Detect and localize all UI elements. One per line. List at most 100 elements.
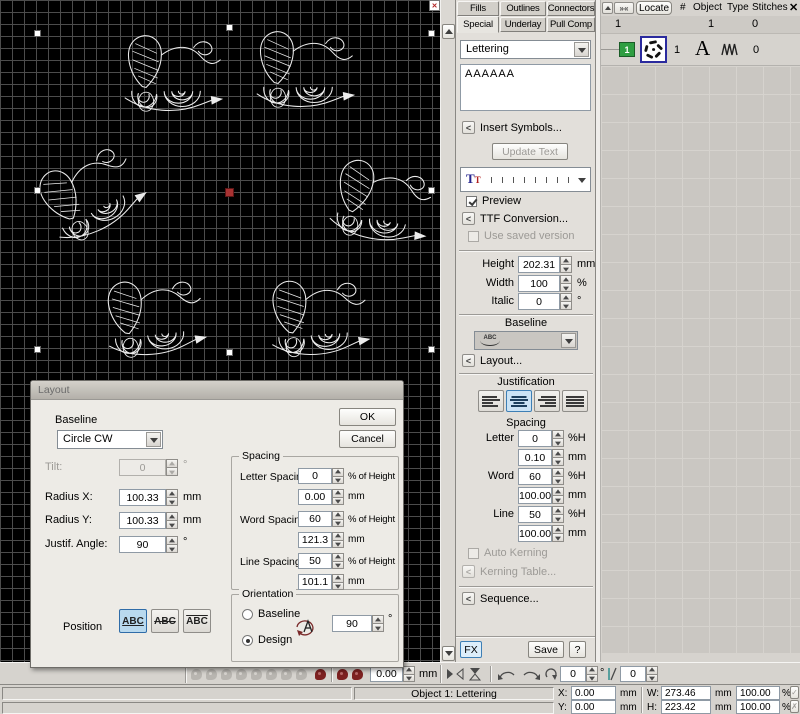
skew-spinner[interactable] (646, 666, 658, 682)
width-spinner[interactable] (560, 275, 572, 292)
spin-down[interactable] (332, 540, 344, 549)
spin-down[interactable] (552, 495, 564, 504)
letter-mm-spinner[interactable] (552, 449, 564, 466)
dialog-baseline-combo[interactable]: Circle CW (57, 430, 163, 449)
rotate-cw-button[interactable] (521, 667, 541, 684)
spin-down[interactable] (332, 497, 344, 506)
column-header-number[interactable]: # (680, 2, 686, 13)
locate-button[interactable]: Locate (636, 1, 672, 15)
offset-spinner[interactable] (403, 666, 415, 682)
stitch-tool-icon-2[interactable] (206, 669, 217, 680)
word-spacing-mm-field[interactable]: 121.3 (298, 532, 332, 548)
embroidery-design-3[interactable] (13, 130, 161, 268)
italic-field[interactable]: 0 (518, 293, 560, 310)
rotate-reset-button[interactable] (544, 667, 558, 684)
rotate-angle-field[interactable]: 0 (560, 666, 586, 682)
dialog-title-bar[interactable]: Layout (31, 381, 403, 400)
spin-down[interactable] (332, 561, 344, 570)
selection-handle-tm[interactable] (226, 24, 233, 31)
stitch-tool-icon-6[interactable] (266, 669, 277, 680)
tab-pull-comp[interactable]: Pull Comp (547, 17, 595, 32)
rotate-ccw-button[interactable] (497, 667, 517, 684)
stitch-tool-icon-9[interactable] (315, 669, 326, 680)
object-thumbnail[interactable] (640, 36, 667, 63)
spin-down[interactable] (646, 674, 658, 683)
object-row[interactable]: 1 1 A 0 (601, 34, 800, 65)
use-saved-version-checkbox[interactable] (468, 231, 479, 242)
line-spacing-mm-spinner[interactable] (332, 574, 344, 590)
line-spacing-pct-field[interactable]: 50 (298, 553, 332, 569)
rotate-angle-spinner[interactable] (586, 666, 598, 682)
spin-down[interactable] (552, 476, 564, 485)
spin-down[interactable] (372, 623, 384, 632)
shrink-columns-button[interactable]: »« (614, 2, 634, 14)
chevron-down-icon[interactable] (561, 333, 576, 348)
tilt-spinner[interactable] (166, 459, 178, 476)
stitch-tool-icon-1[interactable] (191, 669, 202, 680)
selection-handle-tr[interactable] (428, 30, 435, 37)
chevron-down-icon[interactable] (574, 171, 589, 188)
kerning-table-collapse-button[interactable]: < (462, 565, 475, 578)
word-spacing-mm-spinner[interactable] (332, 532, 344, 548)
embroidery-design-4[interactable] (309, 148, 440, 261)
letter-spacing-pct-spinner[interactable] (332, 468, 344, 484)
skew-field[interactable]: 0 (620, 666, 646, 682)
canvas-vscrollbar[interactable] (440, 0, 455, 662)
column-header-object[interactable]: Object (693, 2, 722, 13)
word-mm-field[interactable]: 100.00 (518, 487, 552, 504)
fx-button[interactable]: FX (460, 641, 482, 658)
spin-down[interactable] (552, 514, 564, 523)
stitch-tool-icon-4[interactable] (236, 669, 247, 680)
line-mm-spinner[interactable] (552, 525, 564, 542)
radius-y-spinner[interactable] (166, 512, 178, 529)
selection-handle-mr[interactable] (428, 187, 435, 194)
help-button[interactable]: ? (569, 641, 586, 658)
radius-x-spinner[interactable] (166, 489, 178, 506)
stitch-tool-icon-8[interactable] (296, 669, 307, 680)
kerning-table-button[interactable]: Kerning Table... (480, 566, 556, 578)
update-text-button[interactable]: Update Text (492, 143, 568, 160)
justif-angle-field[interactable]: 90 (119, 536, 166, 553)
spin-down[interactable] (166, 544, 178, 553)
spin-down[interactable] (552, 457, 564, 466)
selection-handle-bl[interactable] (34, 346, 41, 353)
spin-down[interactable] (166, 497, 178, 506)
auto-kerning-checkbox[interactable] (468, 548, 479, 559)
letter-pct-spinner[interactable] (552, 430, 564, 447)
letter-spacing-pct-field[interactable]: 0 (298, 468, 332, 484)
line-pct-spinner[interactable] (552, 506, 564, 523)
spin-down[interactable] (403, 674, 415, 683)
collapse-panel-button[interactable] (602, 2, 613, 14)
flip-vertical-button[interactable] (468, 667, 482, 684)
close-panel-button[interactable]: ✕ (789, 1, 798, 14)
tilt-field[interactable]: 0 (119, 459, 166, 476)
italic-spinner[interactable] (560, 293, 572, 310)
ttf-conversion-collapse-button[interactable]: < (462, 212, 475, 225)
floating-toolbar-close[interactable]: ✕ (429, 0, 440, 11)
tab-outlines[interactable]: Outlines (500, 1, 546, 16)
w-field[interactable]: 273.46 (661, 686, 711, 700)
object-type-combo[interactable]: Lettering (460, 40, 591, 59)
orientation-angle-spinner[interactable] (372, 615, 384, 632)
h-field[interactable]: 223.42 (661, 700, 711, 714)
radius-y-field[interactable]: 100.33 (119, 512, 166, 529)
layout-button[interactable]: Layout... (480, 355, 522, 367)
column-header-type[interactable]: Type (727, 2, 749, 13)
tab-underlay[interactable]: Underlay (500, 17, 546, 32)
y-field[interactable]: 0.00 (571, 700, 616, 714)
offset-field[interactable]: 0.00 (370, 666, 403, 682)
position-baseline-above-button[interactable]: ABC (183, 609, 211, 633)
orientation-design-radio[interactable] (242, 635, 253, 646)
scroll-up-button[interactable] (442, 24, 455, 39)
height-spinner[interactable] (560, 256, 572, 273)
selection-handle-ml[interactable] (34, 187, 41, 194)
word-spacing-pct-field[interactable]: 60 (298, 511, 332, 527)
letter-spacing-mm-field[interactable]: 0.00 (298, 489, 332, 505)
flip-horizontal-button[interactable] (446, 667, 464, 684)
baseline-combo[interactable]: ABC (474, 331, 578, 350)
stitch-tool-icon-3[interactable] (221, 669, 232, 680)
preview-checkbox[interactable] (466, 196, 477, 207)
spin-down[interactable] (552, 438, 564, 447)
orientation-baseline-radio[interactable] (242, 609, 253, 620)
sequence-button[interactable]: Sequence... (480, 593, 539, 605)
